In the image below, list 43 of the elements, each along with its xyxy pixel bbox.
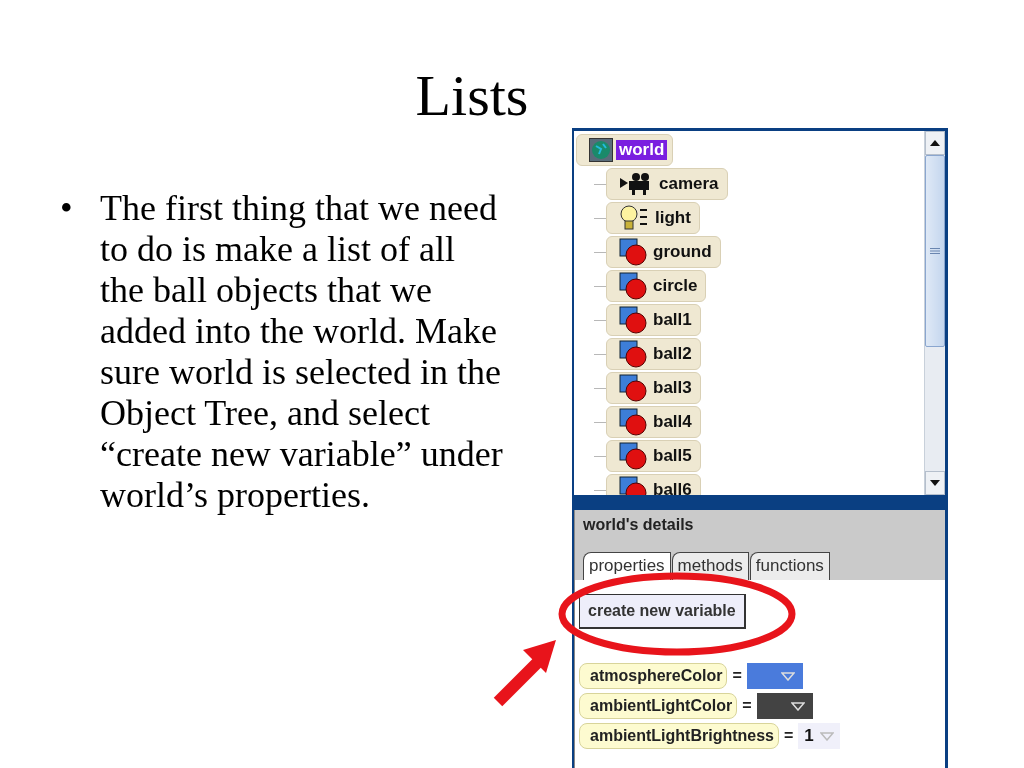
- scroll-down-icon[interactable]: [930, 480, 940, 486]
- square-and-ball-icon: [619, 374, 647, 402]
- dropdown-arrow-icon: [819, 731, 834, 741]
- details-tab[interactable]: functions: [749, 552, 830, 580]
- square-and-ball-icon: [619, 238, 647, 266]
- equals-sign: =: [742, 697, 752, 715]
- object-tile[interactable]: ball5: [606, 440, 701, 472]
- dropdown-arrow-icon: [790, 701, 805, 711]
- object-tile[interactable]: ball6: [606, 474, 701, 495]
- globe-icon: [589, 138, 613, 162]
- dropdown-arrow-icon: [780, 671, 795, 681]
- object-tile[interactable]: circle: [606, 270, 707, 302]
- property-tile[interactable]: ambientLightColor: [579, 693, 738, 719]
- square-and-ball-icon: [619, 272, 647, 300]
- bullet-text: The first thing that we need to do is make a list of all the ball objects that we added into the world. Make sure world is selected in the Object Tree, and select “create new variable” under world’s properties.: [100, 188, 504, 516]
- object-tile[interactable]: ground: [606, 236, 721, 268]
- scrollbar[interactable]: [924, 131, 945, 495]
- object-tile[interactable]: ball1: [606, 304, 701, 336]
- property-tile[interactable]: ambientLightBrightness: [579, 723, 779, 749]
- object-tile[interactable]: ball4: [606, 406, 701, 438]
- object-tile[interactable]: light: [606, 202, 700, 234]
- property-tile[interactable]: atmosphereColor: [579, 663, 728, 689]
- create-variable-button[interactable]: create new variable: [579, 594, 746, 629]
- light-bulb-icon: [619, 205, 649, 231]
- object-tile[interactable]: ball3: [606, 372, 701, 404]
- number-dropdown[interactable]: 1: [798, 723, 840, 749]
- grip-icon: [930, 248, 940, 254]
- equals-sign: =: [732, 667, 742, 685]
- object-tile[interactable]: world: [576, 134, 674, 166]
- bullet-marker: •: [60, 188, 74, 229]
- pointer-arrow: [493, 640, 556, 707]
- color-dropdown[interactable]: [746, 663, 803, 689]
- details-title: world's details: [583, 516, 695, 534]
- equals-sign: =: [784, 727, 794, 745]
- color-dropdown[interactable]: [756, 693, 813, 719]
- object-tile[interactable]: camera: [606, 168, 728, 200]
- square-and-ball-icon: [619, 306, 647, 334]
- scroll-up-icon[interactable]: [930, 140, 940, 146]
- square-and-ball-icon: [619, 340, 647, 368]
- square-and-ball-icon: [619, 442, 647, 470]
- square-and-ball-icon: [619, 408, 647, 436]
- object-tile[interactable]: ball2: [606, 338, 701, 370]
- slide-title: Lists: [415, 64, 529, 128]
